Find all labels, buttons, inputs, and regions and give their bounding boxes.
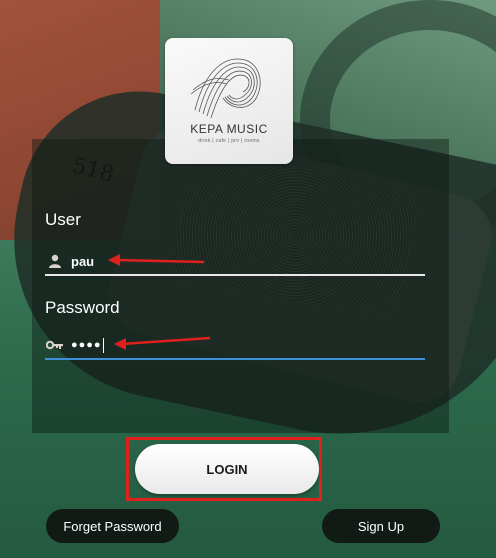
user-label: User bbox=[45, 210, 81, 229]
annotation-arrow-user bbox=[108, 254, 205, 266]
password-input-value: ●●●● bbox=[71, 339, 102, 351]
key-icon bbox=[45, 335, 65, 355]
password-input[interactable]: ●●●● bbox=[45, 332, 425, 360]
logo-title: KEPA MUSIC bbox=[190, 122, 268, 136]
user-icon bbox=[45, 251, 65, 271]
logo-wave-icon bbox=[190, 58, 261, 119]
login-panel bbox=[32, 139, 449, 433]
user-input[interactable]: pau bbox=[45, 248, 425, 276]
text-caret bbox=[102, 337, 104, 353]
login-screen: 518 KEPA MUSIC drink | cafe | pro | room… bbox=[0, 0, 496, 558]
forget-password-button[interactable]: Forget Password bbox=[46, 509, 179, 543]
sign-up-button[interactable]: Sign Up bbox=[322, 509, 440, 543]
login-button[interactable]: LOGIN bbox=[135, 444, 319, 494]
user-input-value: pau bbox=[71, 253, 95, 269]
annotation-arrow-password bbox=[114, 336, 211, 350]
logo-subtitle: drink | cafe | pro | rooms bbox=[198, 138, 260, 144]
password-label: Password bbox=[45, 298, 120, 317]
app-logo: KEPA MUSIC drink | cafe | pro | rooms bbox=[165, 38, 293, 164]
